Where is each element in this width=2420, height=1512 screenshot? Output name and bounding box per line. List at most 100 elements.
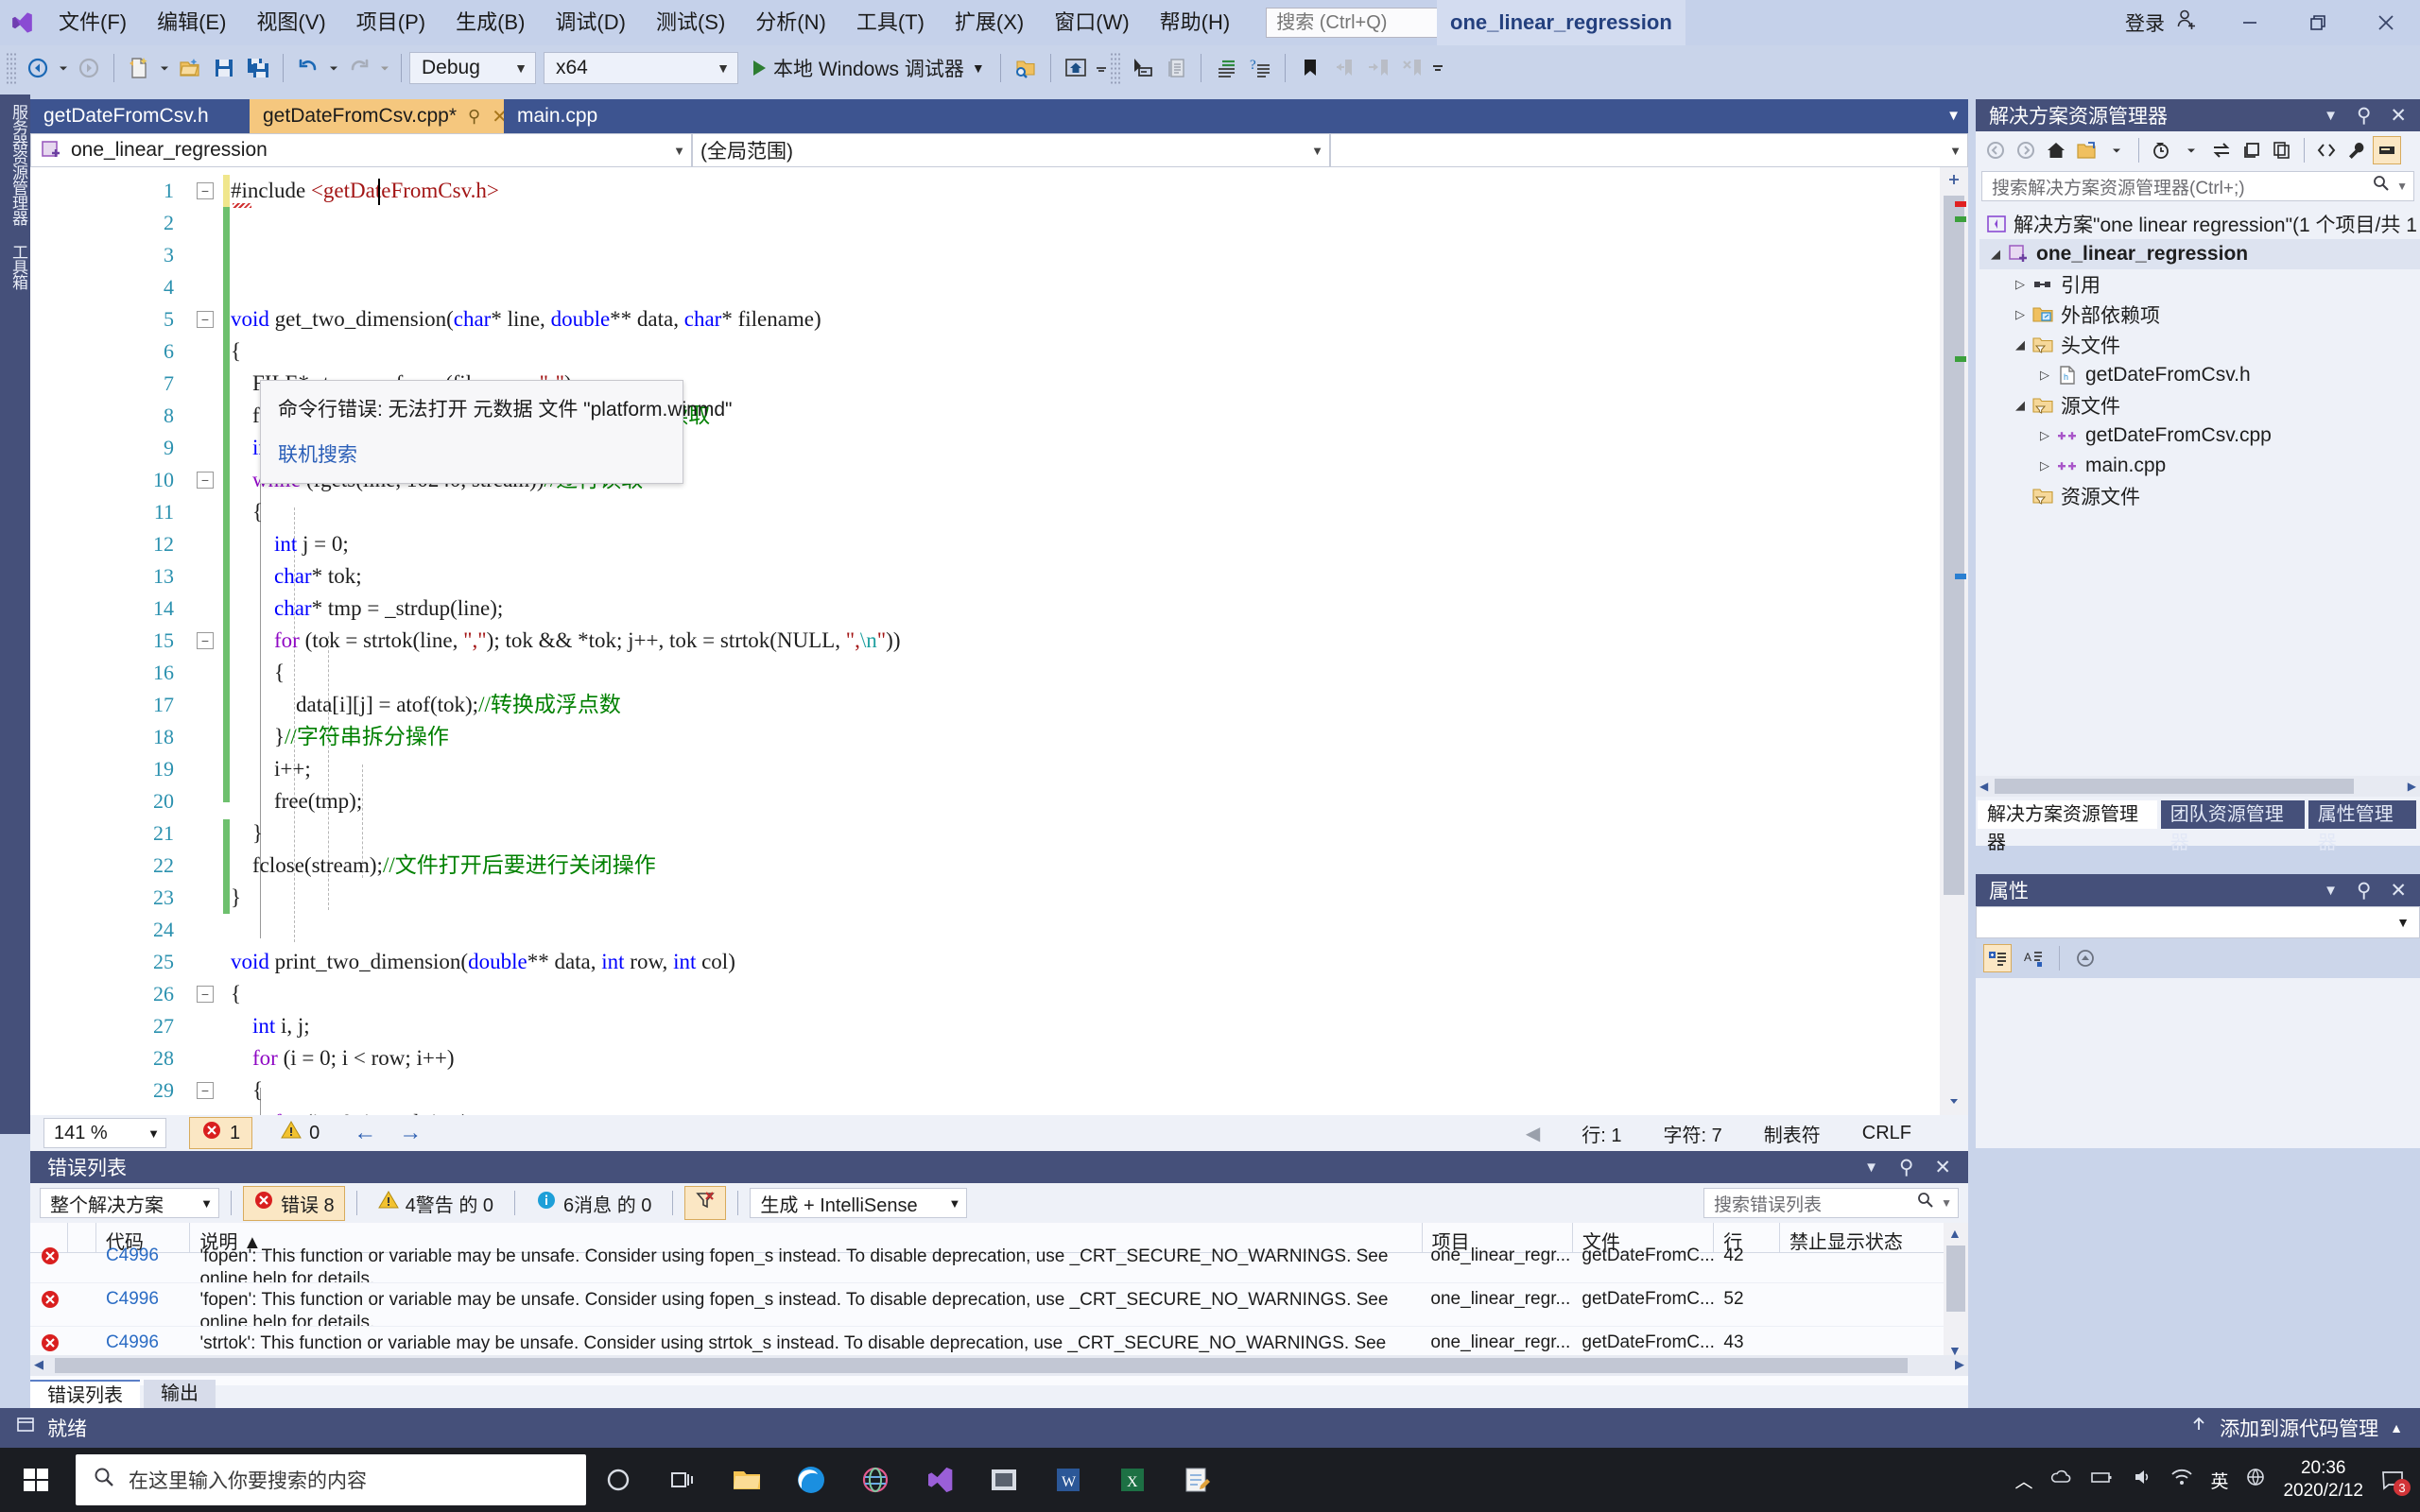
scroll-up-icon[interactable]: ▲ [1948,1226,1962,1241]
tree-node[interactable]: ◢ 源文件 [1979,390,2420,421]
code-editor[interactable]: 1 2 3 4 5 6 7 8 9 10 11 12 13 14 15 16 17 18 19 20 21 22 23 24 2… [30,167,1968,1115]
code-line[interactable]: #include <getDateFromCsv.h> [231,175,900,207]
task-list-icon[interactable] [1209,49,1243,87]
view-code-icon[interactable] [2312,136,2341,164]
navbar-member-combo[interactable]: ▼ [1330,133,1968,167]
chevron-down-icon[interactable]: ▼ [2324,883,2338,899]
toolbar-grip[interactable] [6,52,17,84]
scroll-left-icon[interactable]: ◀ [34,1357,43,1372]
property-pages-icon[interactable] [2071,944,2100,972]
tree-node[interactable]: 解决方案"one linear regression"(1 个项目/共 1 个 [1979,209,2420,239]
editor-tab-main-cpp[interactable]: main.cpp [504,99,648,133]
chevron-down-icon[interactable]: ▼ [2324,108,2338,124]
error-tooltip-link[interactable]: 联机搜索 [278,439,666,468]
code-text[interactable]: #include <getDateFromCsv.h> void get_two… [231,175,900,1115]
back-icon[interactable] [1981,136,2010,164]
error-scope-combo[interactable]: 整个解决方案 ▼ [40,1188,219,1218]
pending-changes-icon[interactable] [2147,136,2175,164]
home-icon[interactable] [1059,49,1093,87]
tree-node[interactable]: ▷ h getDateFromCsv.h [1979,360,2420,390]
menu-help[interactable]: 帮助(H) [1145,0,1246,45]
code-line[interactable]: free(tmp); [231,785,900,817]
close-icon[interactable]: ✕ [2390,879,2407,902]
scrollbar-thumb[interactable] [1946,1246,1965,1312]
undo-icon[interactable] [291,49,325,87]
collapsed-twisty-icon[interactable]: ▷ [2010,307,2031,322]
code-line[interactable]: }//字符串拆分操作 [231,721,900,753]
editor-warning-count[interactable]: 0 [269,1118,331,1148]
chevron-down-icon[interactable]: ▼ [1941,1196,1952,1210]
fold-toggle[interactable]: − [197,182,214,199]
bookmark-icon[interactable] [1293,49,1327,87]
editor-tab-getdatefromcsv-cpp[interactable]: getDateFromCsv.cpp* ⚲ ✕ [250,99,508,133]
undo-dropdown-icon[interactable] [325,62,342,74]
properties-window-icon[interactable] [1125,49,1159,87]
solution-tree[interactable]: 解决方案"one linear regression"(1 个项目/共 1 个 ◢… [1976,203,2420,511]
editor-tab-getdatefromcsv-h[interactable]: getDateFromCsv.h [30,99,250,133]
tab-property-manager[interactable]: 属性管理器 [2308,800,2416,853]
editor-vertical-scrollbar[interactable] [1940,167,1968,1115]
menu-extensions[interactable]: 扩展(X) [940,0,1039,45]
scroll-right-icon[interactable]: ▶ [2408,780,2416,793]
scroll-left-icon[interactable]: ◀ [1979,780,1988,793]
error-list-search-box[interactable]: 搜索错误列表 ▼ [1703,1188,1959,1218]
editor-error-count[interactable]: 1 [189,1117,253,1149]
code-line[interactable]: fclose(stream);//文件打开后要进行关闭操作 [231,850,900,882]
errors-filter-button[interactable]: 错误 8 [243,1185,345,1221]
save-all-icon[interactable] [241,49,275,87]
pin-icon[interactable]: ⚲ [1899,1156,1913,1179]
clear-filter-button[interactable] [684,1186,727,1220]
redo-icon[interactable] [342,49,376,87]
home-dropdown-icon[interactable] [1093,61,1110,75]
taskbar-clock[interactable]: 20:36 2020/2/12 [2283,1457,2363,1503]
chevron-down-icon[interactable]: ▼ [2396,180,2408,193]
start-debugging-button[interactable]: 本地 Windows 调试器 ▼ [746,49,993,87]
code-line[interactable]: data[i][j] = atof(tok);//转换成浮点数 [231,689,900,721]
tree-node[interactable]: ▷ 外部依赖项 [1979,300,2420,330]
edge-icon[interactable] [779,1448,843,1512]
menu-build[interactable]: 生成(B) [441,0,540,45]
vertical-tab-toolbox[interactable]: 工具箱 [0,234,30,299]
scroll-down-button[interactable] [1943,1091,1965,1113]
chevron-down-icon[interactable] [2177,136,2205,164]
navbar-project-combo[interactable]: one_linear_regression ▼ [30,133,692,167]
warnings-filter-button[interactable]: 4警告 的 0 [369,1187,503,1220]
redo-dropdown-icon[interactable] [376,62,393,74]
tab-team-explorer[interactable]: 团队资源管理器 [2160,800,2305,853]
battery-icon[interactable] [2089,1466,2114,1494]
code-line[interactable]: { [231,978,900,1010]
outlining-margin[interactable]: − − − − − − [189,167,223,1115]
tree-node[interactable]: ▷ main.cpp [1979,451,2420,481]
next-error-button[interactable]: → [399,1120,422,1146]
scrollbar-thumb[interactable] [1995,779,2354,794]
code-line[interactable]: { [231,335,900,368]
tab-overflow-icon[interactable]: ▼ [1946,108,1961,124]
scrollbar-thumb[interactable] [55,1358,1908,1373]
tree-node[interactable]: ▷ getDateFromCsv.cpp [1979,421,2420,451]
menu-debug[interactable]: 调试(D) [540,0,641,45]
task-view-icon[interactable] [650,1448,715,1512]
tree-node[interactable]: 资源文件 [1979,481,2420,511]
next-bookmark-icon[interactable] [1361,49,1395,87]
error-list-icon[interactable]: ? [1243,49,1277,87]
solution-platform-combo[interactable]: x64 ▼ [544,52,738,84]
tab-output[interactable]: 输出 [144,1380,216,1408]
zoom-level-combo[interactable]: 141 % ▼ [43,1118,166,1148]
terminal-icon[interactable] [972,1448,1036,1512]
toolbar-grip-2[interactable] [1109,52,1121,84]
menu-view[interactable]: 视图(V) [241,0,340,45]
tree-node[interactable]: ▷ 引用 [1979,269,2420,300]
taskbar-search-box[interactable]: 在这里输入你要搜索的内容 [76,1454,586,1505]
menu-edit[interactable]: 编辑(E) [142,0,241,45]
code-line[interactable]: for (tok = strtok(line, ","); tok && *to… [231,625,900,657]
refresh-icon[interactable] [2238,136,2266,164]
minimize-button[interactable] [2216,0,2284,45]
menu-test[interactable]: 测试(S) [641,0,740,45]
close-icon[interactable]: ✕ [1934,1156,1951,1179]
solution-configuration-combo[interactable]: Debug ▼ [409,52,536,84]
code-line[interactable]: void get_two_dimension(char* line, doubl… [231,303,900,335]
pin-icon[interactable]: ⚲ [2357,879,2371,902]
collapse-status-icon[interactable]: ◀ [1526,1122,1540,1145]
previous-bookmark-icon[interactable] [1327,49,1361,87]
open-file-icon[interactable] [173,49,207,87]
